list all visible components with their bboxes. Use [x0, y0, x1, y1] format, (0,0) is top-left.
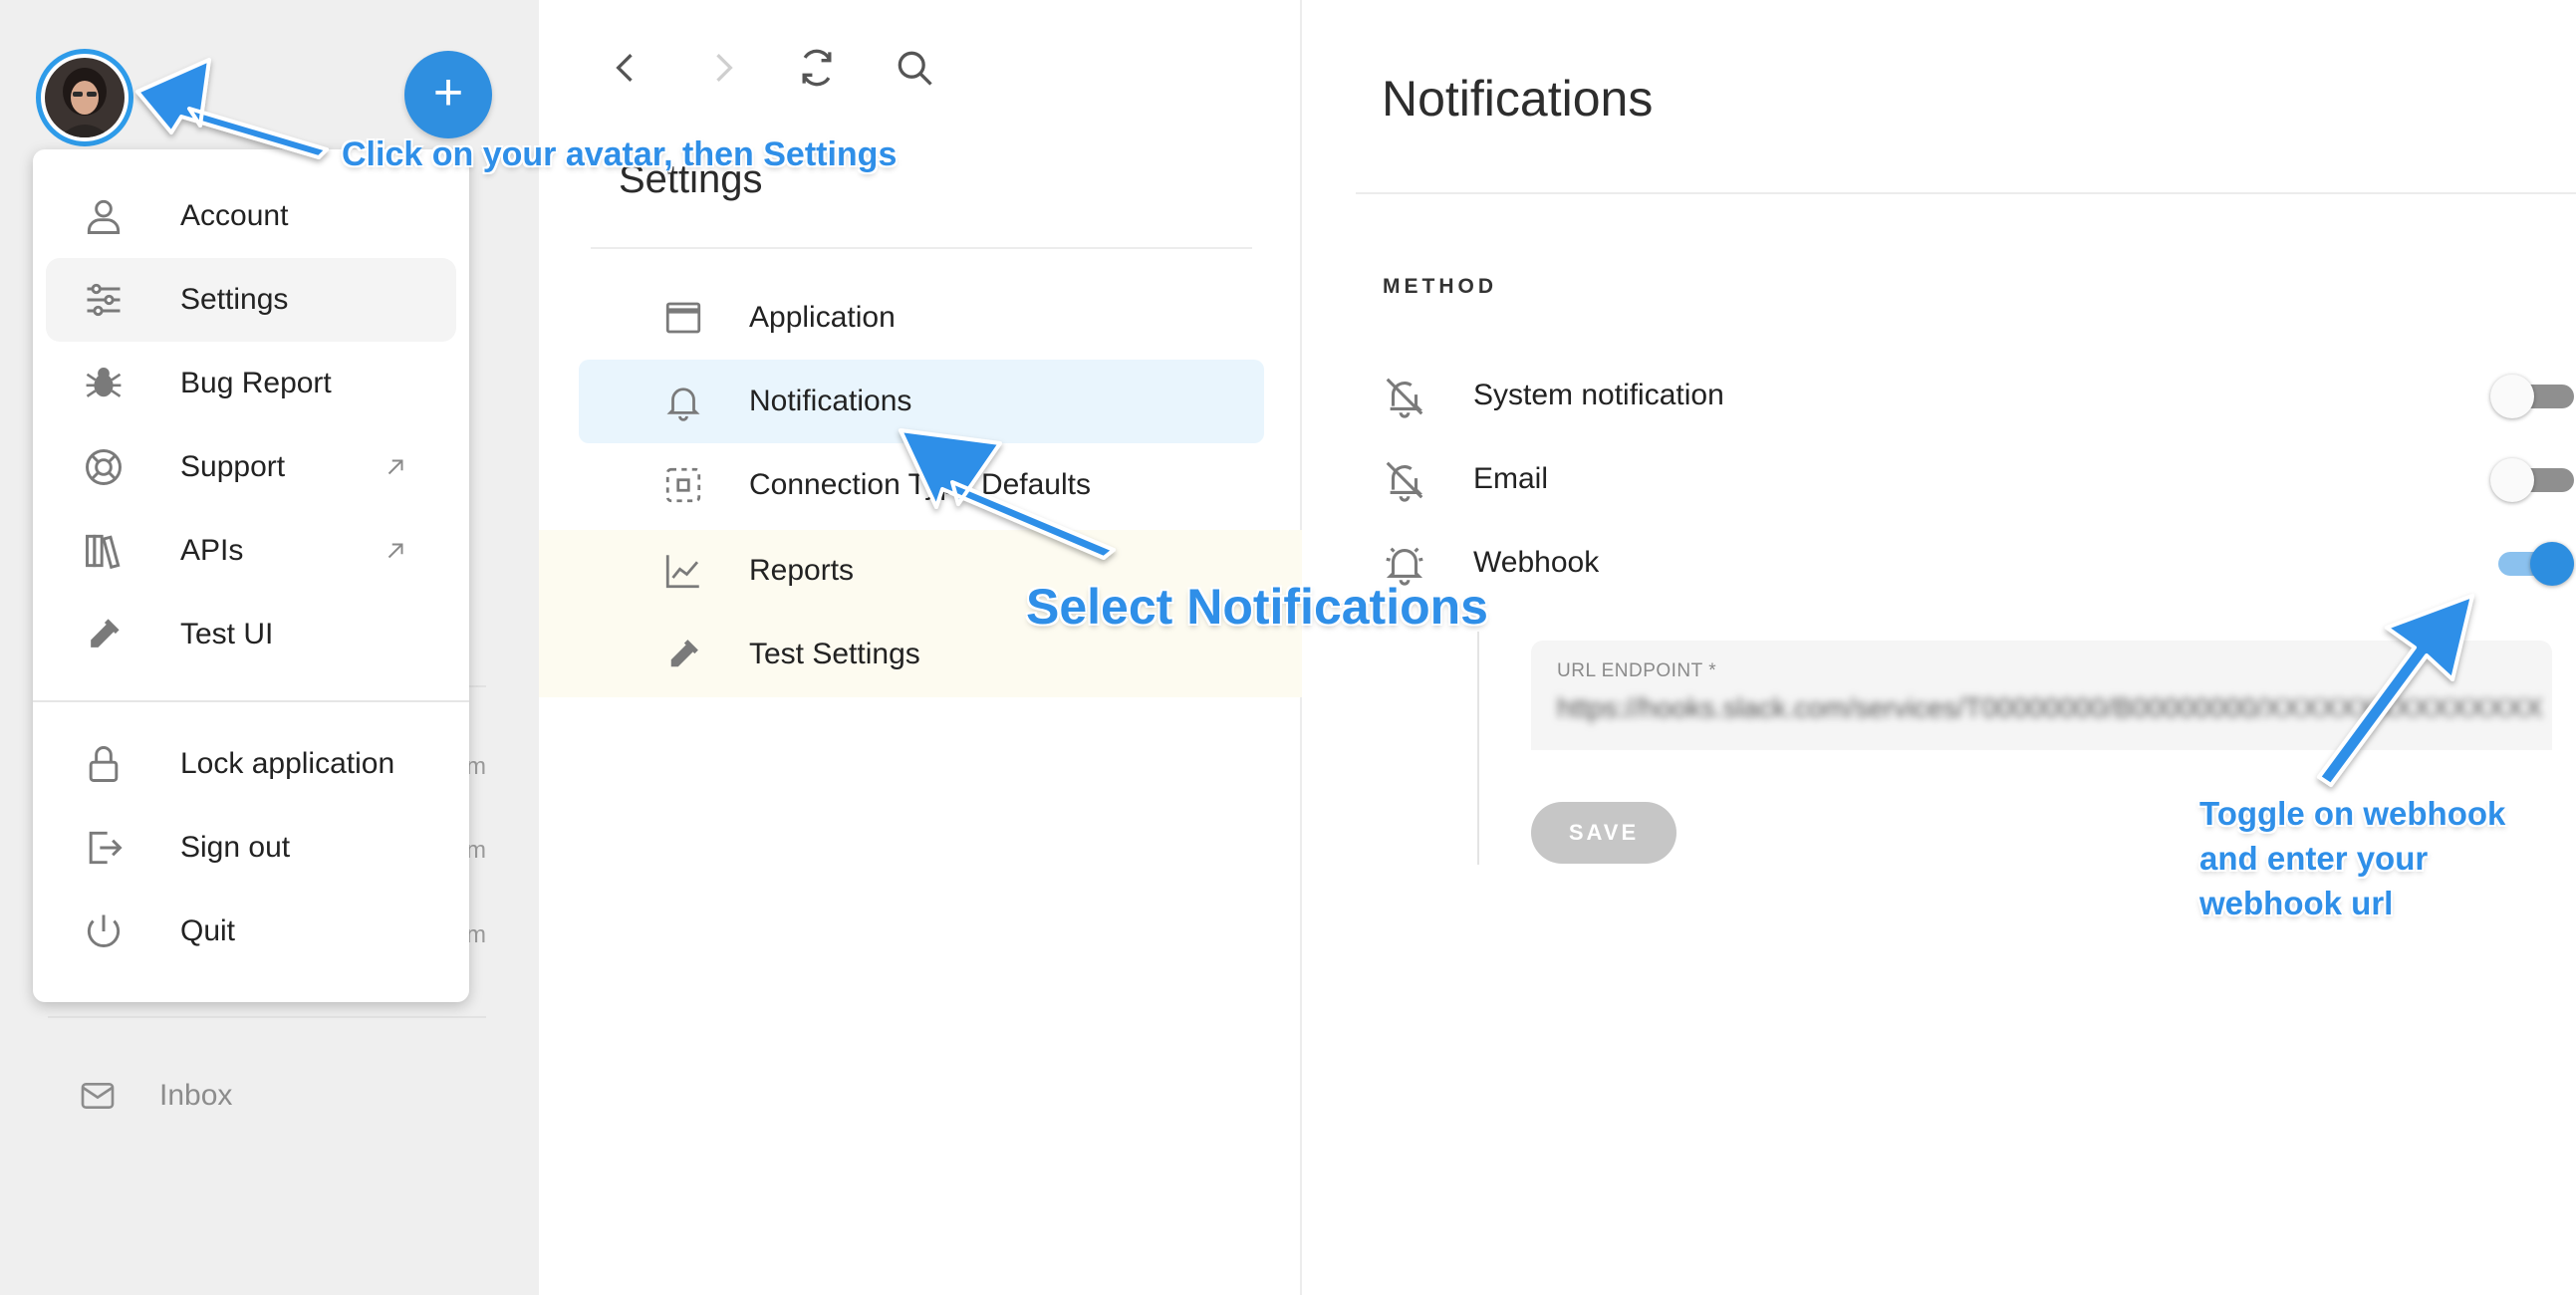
refresh-icon[interactable]: [795, 46, 839, 90]
menu-item-test-ui[interactable]: Test UI: [46, 593, 456, 676]
method-label: Webhook: [1473, 546, 1600, 579]
method-row-webhook: Webhook: [1382, 533, 2576, 593]
forward-icon[interactable]: [701, 46, 745, 90]
menu-divider: [33, 700, 469, 702]
sliders-icon: [87, 283, 121, 317]
menu-item-bug-report[interactable]: Bug Report: [46, 342, 456, 425]
method-row-system-notification: System notification: [1382, 366, 2576, 425]
divider: [1356, 192, 2576, 194]
method-label: Email: [1473, 462, 1549, 495]
bell-icon: [666, 388, 700, 421]
menu-item-label: Sign out: [180, 831, 291, 864]
window-icon: [665, 302, 701, 334]
settings-item-label: Notifications: [749, 385, 912, 417]
annotation-avatar-hint: Click on your avatar, then Settings: [342, 135, 898, 173]
avatar-photo: [45, 58, 125, 137]
bug-icon: [86, 368, 122, 397]
menu-item-apis[interactable]: APIs: [46, 509, 456, 593]
sign-out-icon: [89, 831, 123, 865]
rail-divider: [48, 1016, 486, 1018]
lock-icon: [89, 746, 119, 782]
email-toggle[interactable]: [2490, 457, 2574, 502]
power-icon: [87, 914, 121, 947]
menu-item-account[interactable]: Account: [46, 174, 456, 258]
dashed-square-icon: [665, 467, 701, 503]
menu-item-label: Account: [180, 199, 289, 232]
settings-item-connection-type-defaults[interactable]: Connection Type Defaults: [579, 443, 1264, 527]
mail-icon: [81, 1083, 115, 1109]
menu-item-label: Support: [180, 450, 286, 483]
save-button[interactable]: SAVE: [1531, 802, 1676, 864]
menu-item-lock-application[interactable]: Lock application: [46, 722, 456, 806]
settings-item-label: Reports: [749, 554, 855, 587]
menu-item-sign-out[interactable]: Sign out: [46, 806, 456, 890]
sidebar-item-inbox[interactable]: Inbox: [78, 1076, 232, 1116]
section-label: METHOD: [1383, 275, 1497, 298]
books-icon: [86, 534, 121, 570]
rail-shortcut-marker: m: [466, 837, 486, 864]
system-notification-toggle[interactable]: [2490, 374, 2574, 418]
notifications-title: Notifications: [1382, 71, 1654, 127]
rail-shortcut-marker: m: [466, 921, 486, 948]
bell-off-icon: [1386, 461, 1423, 502]
settings-item-notifications[interactable]: Notifications: [579, 360, 1264, 443]
annotation-webhook-hint: Toggle on webhook and enter your webhook…: [2199, 795, 2506, 921]
notifications-panel: Notifications METHOD System notification…: [1304, 0, 2576, 1295]
method-label: System notification: [1473, 379, 1724, 411]
menu-item-label: Settings: [180, 283, 289, 316]
menu-item-label: Quit: [180, 914, 236, 947]
account-menu: Account Settings Bug Report Support APIs…: [33, 149, 469, 1002]
menu-item-label: Test UI: [180, 618, 274, 650]
back-icon[interactable]: [604, 46, 647, 90]
url-endpoint-field[interactable]: URL ENDPOINT * https://hooks.slack.com/s…: [1531, 641, 2552, 750]
chart-line-icon: [665, 555, 699, 589]
method-row-email: Email: [1382, 449, 2576, 509]
menu-item-label: Bug Report: [180, 367, 332, 399]
settings-item-application[interactable]: Application: [579, 276, 1264, 360]
webhook-toggle[interactable]: [2490, 541, 2574, 586]
divider: [591, 247, 1252, 249]
search-icon[interactable]: [893, 46, 936, 90]
settings-item-label: Connection Type Defaults: [749, 468, 1091, 501]
settings-item-label: Application: [749, 301, 896, 334]
url-endpoint-label: URL ENDPOINT *: [1557, 660, 1717, 681]
menu-item-label: Lock application: [180, 747, 395, 780]
menu-item-settings[interactable]: Settings: [46, 258, 456, 342]
menu-item-label: APIs: [180, 534, 244, 567]
rail-shortcut-marker: m: [466, 753, 486, 780]
person-icon: [87, 199, 121, 234]
external-link-icon: [387, 459, 403, 475]
sidebar-item-label: Inbox: [159, 1079, 233, 1112]
annotation-notifications-hint: Select Notifications: [1026, 579, 1488, 635]
bell-off-icon: [1386, 378, 1423, 418]
add-button[interactable]: +: [404, 51, 492, 138]
pipette-icon: [670, 640, 698, 667]
settings-item-label: Test Settings: [749, 638, 920, 670]
avatar[interactable]: [36, 49, 133, 146]
menu-item-quit[interactable]: Quit: [46, 890, 456, 973]
lifebuoy-icon: [86, 449, 122, 485]
menu-item-support[interactable]: Support: [46, 425, 456, 509]
external-link-icon: [387, 543, 403, 559]
url-endpoint-value[interactable]: https://hooks.slack.com/services/T000000…: [1557, 692, 2543, 730]
pipette-icon: [91, 619, 120, 648]
webhook-settings-guide: [1477, 632, 1479, 865]
settings-panel: Settings Application Notifications Conne…: [539, 0, 1302, 1295]
